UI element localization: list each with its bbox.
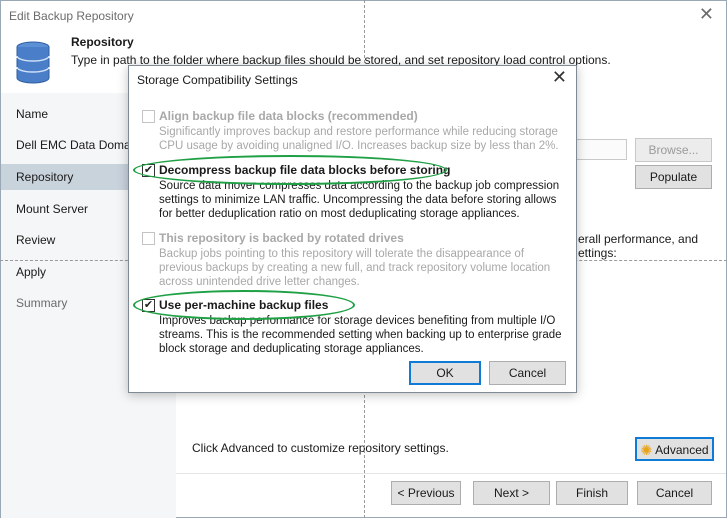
align-blocks-checkbox[interactable] <box>142 110 155 123</box>
advanced-hint: Click Advanced to customize repository s… <box>192 441 449 455</box>
option-description: Source data mover compresses data accord… <box>159 180 560 220</box>
previous-button[interactable]: < Previous <box>391 481 461 505</box>
load-control-text: erall performance, and <box>578 232 699 246</box>
dialog-title: Storage Compatibility Settings <box>137 73 298 87</box>
database-icon <box>16 41 50 84</box>
window-close-icon[interactable]: ✕ <box>699 4 714 25</box>
advanced-button-label: Advanced <box>655 443 709 457</box>
window-title: Edit Backup Repository <box>9 9 134 23</box>
highlight-ellipse-decompress <box>133 155 447 185</box>
browse-button[interactable]: Browse... <box>635 138 712 162</box>
highlight-ellipse-per-machine <box>133 290 355 320</box>
dialog-cancel-button[interactable]: Cancel <box>489 361 566 385</box>
option-label: This repository is backed by rotated dri… <box>159 231 404 245</box>
cancel-button[interactable]: Cancel <box>637 481 712 505</box>
dialog-close-icon[interactable]: ✕ <box>552 67 567 88</box>
option-label: Align backup file data blocks (recommend… <box>159 109 418 123</box>
option-description: Improves backup performance for storage … <box>159 315 562 355</box>
option-description: Backup jobs pointing to this repository … <box>159 248 551 288</box>
footer-divider <box>176 473 726 474</box>
header-title: Repository <box>71 35 134 49</box>
option-description: Significantly improves backup and restor… <box>159 126 559 152</box>
gear-icon: ✺ <box>640 442 653 458</box>
finish-button[interactable]: Finish <box>556 481 628 505</box>
rotated-drives-checkbox[interactable] <box>142 232 155 245</box>
dialog-ok-button[interactable]: OK <box>409 361 481 385</box>
next-button[interactable]: Next > <box>473 481 550 505</box>
load-control-text-2: ettings: <box>578 246 617 260</box>
populate-button[interactable]: Populate <box>635 165 712 189</box>
storage-compatibility-dialog: Storage Compatibility Settings ✕ Align b… <box>128 65 577 393</box>
advanced-button[interactable]: ✺ Advanced <box>635 437 714 461</box>
